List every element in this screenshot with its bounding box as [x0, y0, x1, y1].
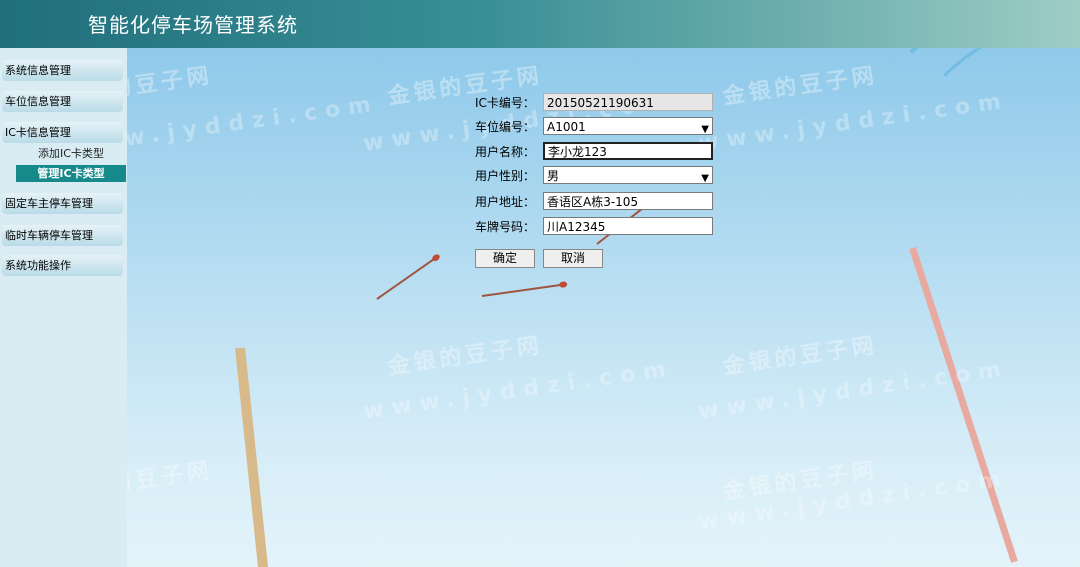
watermark-text: 金银的豆子网 [127, 63, 215, 110]
watermark-text: 金银的豆子网 [721, 333, 880, 380]
sidebar-item-spot-info[interactable]: 车位信息管理 [2, 91, 123, 112]
dandelion-seed [376, 258, 435, 300]
watermark-url: www.jyddzi.com [361, 356, 676, 425]
sidebar-item-system-functions[interactable]: 系统功能操作 [2, 255, 123, 276]
plate-no-input[interactable]: 川A12345 [543, 217, 713, 235]
chevron-down-icon: ▼ [701, 173, 709, 184]
spot-no-value: A1001 [547, 120, 586, 134]
app-title: 智能化停车场管理系统 [88, 13, 298, 37]
sidebar-item-temp-vehicle-parking[interactable]: 临时车辆停车管理 [2, 225, 123, 246]
user-name-label: 用户名称： [475, 145, 536, 159]
sidebar-subitem-add-card-type[interactable]: 添加IC卡类型 [16, 145, 126, 162]
sidebar-item-system-info[interactable]: 系统信息管理 [2, 60, 123, 81]
watermark-text: 金银的豆子网 [721, 458, 880, 505]
user-name-input[interactable]: 李小龙123 [543, 142, 713, 160]
chevron-down-icon: ▼ [701, 124, 709, 135]
plate-no-label: 车牌号码： [475, 220, 536, 234]
user-address-label: 用户地址： [475, 195, 536, 209]
watermark-url: www.jyddzi.com [127, 91, 381, 160]
dandelion-seed [481, 283, 562, 297]
watermark-text: 金银的豆子网 [386, 333, 545, 380]
cancel-button[interactable]: 取消 [543, 249, 603, 268]
spot-no-select[interactable]: A1001 ▼ [543, 117, 713, 135]
sidebar-subitem-manage-card-type[interactable]: 管理IC卡类型 [16, 165, 126, 182]
sidebar: 系统信息管理 车位信息管理 IC卡信息管理 添加IC卡类型 管理IC卡类型 固定… [0, 48, 127, 567]
watermark-url: www.jyddzi.com [696, 466, 1011, 535]
dandelion-stem [235, 347, 270, 567]
watermark-text: 金银的豆子网 [721, 63, 880, 110]
sidebar-item-fixed-owner-parking[interactable]: 固定车主停车管理 [2, 193, 123, 214]
user-gender-select[interactable]: 男 ▼ [543, 166, 713, 184]
confirm-button[interactable]: 确定 [475, 249, 535, 268]
card-no-field[interactable]: 20150521190631 [543, 93, 713, 111]
user-address-input[interactable]: 香语区A栋3-105 [543, 192, 713, 210]
user-gender-label: 用户性别： [475, 169, 536, 183]
card-no-label: IC卡编号： [475, 96, 535, 110]
watermark-text: 金银的豆子网 [127, 458, 215, 505]
app-header: 智能化停车场管理系统 [0, 0, 1080, 48]
spot-no-label: 车位编号： [475, 120, 536, 134]
sidebar-item-ic-card-info[interactable]: IC卡信息管理 [2, 122, 123, 143]
user-gender-value: 男 [547, 169, 560, 183]
